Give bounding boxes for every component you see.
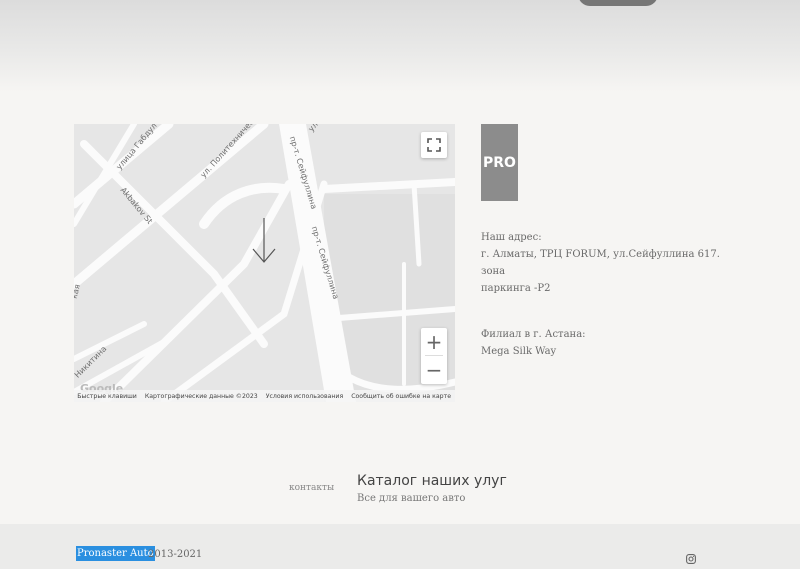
address-label: Наш адрес: xyxy=(481,232,542,243)
header-decoration xyxy=(578,0,658,6)
address-text: г. Алматы, ТРЦ FORUM, ул.Сейфуллина 617.… xyxy=(481,246,721,297)
instagram-icon[interactable] xyxy=(686,549,696,568)
report-error-link[interactable]: Сообщить об ошибке на карте xyxy=(351,393,451,400)
page-footer: Pronaster Auto 2013-2021 xyxy=(0,524,800,569)
header-banner xyxy=(0,0,800,92)
terms-link[interactable]: Условия использования xyxy=(266,393,343,400)
branch-label: Филиал в г. Астана: xyxy=(481,329,586,340)
pro-logo: PRO xyxy=(481,124,518,201)
zoom-controls: + − xyxy=(421,328,447,384)
address-line: паркинга -Р2 xyxy=(481,283,551,294)
footer-brand-link[interactable]: Pronaster Auto xyxy=(76,546,155,561)
fullscreen-icon xyxy=(427,138,441,152)
map-streets xyxy=(74,124,455,402)
catalog-link[interactable]: Каталог наших улуг xyxy=(357,473,507,489)
zoom-out-button[interactable]: − xyxy=(421,356,447,383)
keyboard-shortcuts-link[interactable]: Быстрые клавиши xyxy=(77,393,137,400)
branch-value: Mega Silk Way xyxy=(481,346,557,357)
catalog-subtitle: Все для вашего авто xyxy=(357,493,466,504)
zoom-in-button[interactable]: + xyxy=(421,328,447,355)
map-data-link[interactable]: Картографические данные ©2023 xyxy=(145,393,258,400)
catalog-image[interactable]: контакты xyxy=(289,483,349,497)
footer-years: 2013-2021 xyxy=(148,549,203,560)
address-line: г. Алматы, ТРЦ FORUM, ул.Сейфуллина 617.… xyxy=(481,249,720,277)
fullscreen-button[interactable] xyxy=(421,132,447,158)
google-map[interactable]: улица Габдул ул. Политехническ пр-т. Сей… xyxy=(74,124,455,402)
map-attribution-bar: Быстрые клавиши Картографические данные … xyxy=(74,390,455,402)
image-alt-text: контакты xyxy=(289,483,335,493)
